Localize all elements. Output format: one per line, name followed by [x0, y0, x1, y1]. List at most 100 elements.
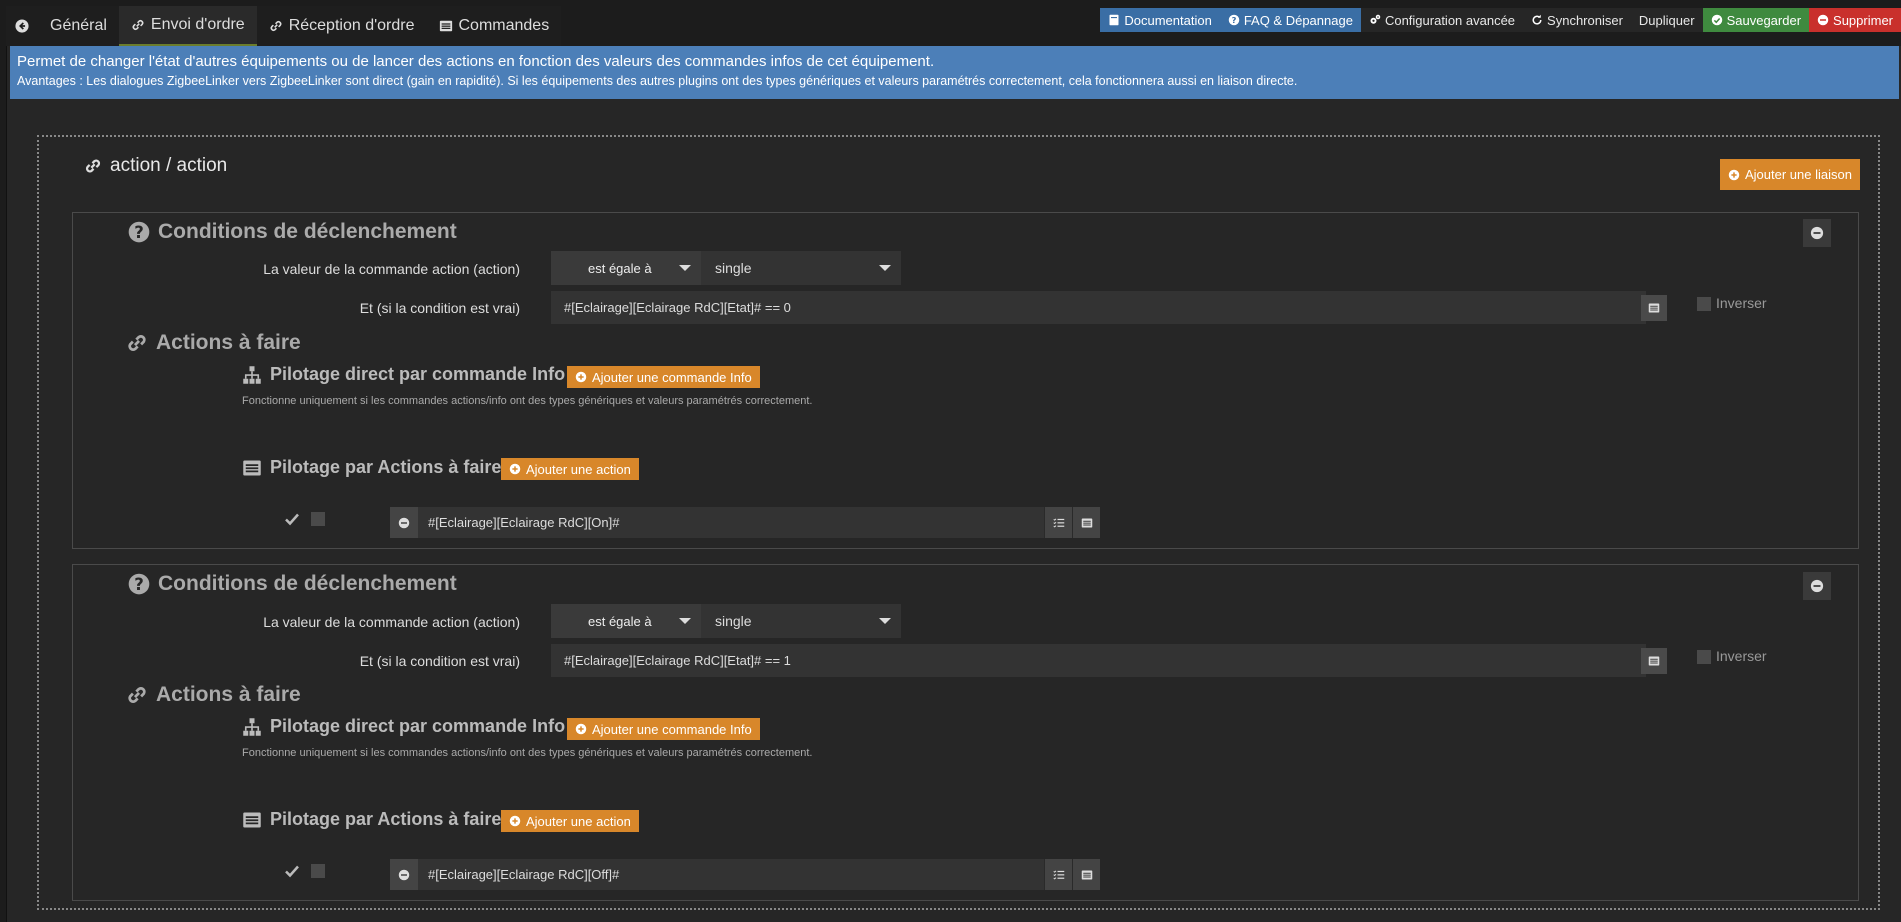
- svg-text:?: ?: [134, 575, 144, 594]
- add-action-label-1: Ajouter une action: [526, 461, 631, 477]
- condition-input-1[interactable]: #[Eclairage][Eclairage RdC][Etat]# == 0: [551, 291, 1646, 324]
- inverse-checkbox-1[interactable]: [1697, 297, 1711, 311]
- list-alt-icon: [1081, 870, 1092, 879]
- value-select-2[interactable]: single: [701, 604, 901, 638]
- operator-value-1: est égale à: [588, 260, 652, 276]
- inverse-checkbox-2[interactable]: [1697, 650, 1711, 664]
- condition-value-2: #[Eclairage][Eclairage RdC][Etat]# == 1: [564, 653, 791, 668]
- question-circle-icon: ?: [1228, 14, 1240, 26]
- value-select-value-2: single: [715, 613, 752, 629]
- duplicate-button[interactable]: Dupliquer: [1630, 8, 1703, 32]
- tab-general[interactable]: Général: [38, 6, 119, 46]
- documentation-label: Documentation: [1124, 12, 1212, 28]
- remove-block-button-1[interactable]: [1803, 219, 1831, 247]
- add-info-label-1: Ajouter une commande Info: [592, 369, 752, 385]
- actions-heading-2: Actions à faire: [126, 683, 301, 707]
- add-link-button[interactable]: Ajouter une liaison: [1720, 159, 1860, 190]
- condition-value-1: #[Eclairage][Eclairage RdC][Etat]# == 0: [564, 300, 791, 315]
- condition-list-button-2[interactable]: [1641, 648, 1667, 674]
- value-select-value-1: single: [715, 260, 752, 276]
- sync-button[interactable]: Synchroniser: [1523, 8, 1631, 32]
- add-info-command-button-1[interactable]: Ajouter une commande Info: [567, 366, 760, 388]
- action-value-1[interactable]: #[Eclairage][Eclairage RdC][On]#: [418, 515, 1044, 530]
- sync-label: Synchroniser: [1547, 12, 1623, 28]
- back-button[interactable]: [6, 6, 38, 46]
- action-parallel-checkbox-2[interactable]: [311, 864, 325, 878]
- faq-label: FAQ & Dépannage: [1243, 12, 1353, 28]
- actions-heading-1: Actions à faire: [126, 331, 301, 355]
- tab-general-label: Général: [50, 17, 107, 34]
- conditions-heading-1: ? Conditions de déclenchement: [128, 220, 457, 244]
- action-options-button-1[interactable]: [1044, 507, 1072, 538]
- add-info-command-button-2[interactable]: Ajouter une commande Info: [567, 718, 760, 740]
- list-alt-icon: [243, 460, 261, 475]
- chevron-down-icon: [679, 265, 691, 271]
- toolbar: Documentation ? FAQ & Dépannage Configur…: [1100, 8, 1901, 32]
- condition-list-button-1[interactable]: [1641, 295, 1667, 321]
- advanced-config-button[interactable]: Configuration avancée: [1360, 8, 1524, 32]
- minus-circle-icon: [1817, 14, 1829, 26]
- direct-heading-2: Pilotage direct par commande Info: [242, 716, 565, 737]
- plus-circle-icon: [509, 463, 521, 475]
- faq-button[interactable]: ? FAQ & Dépannage: [1219, 8, 1361, 32]
- add-action-button-2[interactable]: Ajouter une action: [501, 810, 639, 832]
- link-icon: [132, 20, 144, 30]
- tab-reception-ordre[interactable]: Réception d'ordre: [256, 6, 427, 46]
- tab-commandes-label: Commandes: [458, 17, 550, 34]
- action-value-2[interactable]: #[Eclairage][Eclairage RdC][Off]#: [418, 867, 1044, 882]
- tab-commandes[interactable]: Commandes: [426, 6, 562, 46]
- actions-sub-title-1: Pilotage par Actions à faire: [270, 457, 502, 477]
- list-alt-icon: [1081, 518, 1092, 527]
- value-label-2: La valeur de la commande action (action): [263, 614, 520, 630]
- remove-action-button-1[interactable]: [390, 507, 418, 538]
- advanced-config-label: Configuration avancée: [1384, 12, 1516, 28]
- tab-envoi-ordre[interactable]: Envoi d'ordre: [118, 6, 257, 46]
- check-icon: [285, 865, 299, 878]
- add-link-label: Ajouter une liaison: [1745, 167, 1852, 182]
- list-icon: [439, 20, 452, 32]
- value-select-1[interactable]: single: [701, 251, 901, 285]
- direct-title-2: Pilotage direct par commande Info: [270, 716, 566, 736]
- sitemap-icon: [243, 717, 261, 736]
- and-label-2: Et (si la condition est vrai): [359, 653, 520, 669]
- link-icon: [128, 687, 146, 703]
- remove-action-button-2[interactable]: [390, 859, 418, 890]
- sitemap-icon: [243, 365, 261, 384]
- actions-sub-heading-1: Pilotage par Actions à faire: [242, 457, 501, 478]
- action-list-button-2[interactable]: [1072, 859, 1100, 890]
- action-options-button-2[interactable]: [1044, 859, 1072, 890]
- add-action-button-1[interactable]: Ajouter une action: [501, 458, 639, 480]
- actions-sub-title-2: Pilotage par Actions à faire: [270, 809, 502, 829]
- tab-bar: Général Envoi d'ordre Réception d'ordre …: [6, 6, 562, 46]
- add-info-label-2: Ajouter une commande Info: [592, 721, 752, 737]
- action-parallel-checkbox-1[interactable]: [311, 512, 325, 526]
- action-enabled-checkbox-2[interactable]: [284, 863, 300, 879]
- documentation-button[interactable]: Documentation: [1100, 8, 1220, 32]
- conditions-title-2: Conditions de déclenchement: [158, 572, 457, 595]
- tasks-icon: [1052, 518, 1064, 528]
- list-alt-icon: [1648, 303, 1660, 313]
- refresh-icon: [1532, 14, 1542, 25]
- list-alt-icon: [243, 812, 261, 827]
- delete-button[interactable]: Supprimer: [1809, 8, 1901, 32]
- operator-value-2: est égale à: [588, 613, 652, 629]
- condition-input-2[interactable]: #[Eclairage][Eclairage RdC][Etat]# == 1: [551, 644, 1646, 677]
- list-alt-icon: [1648, 656, 1660, 666]
- action-list-button-1[interactable]: [1072, 507, 1100, 538]
- save-button[interactable]: Sauvegarder: [1702, 8, 1810, 32]
- action-enabled-checkbox-1[interactable]: [284, 511, 300, 527]
- remove-block-button-2[interactable]: [1803, 572, 1831, 600]
- banner-line-1: Permet de changer l'état d'autres équipe…: [17, 53, 935, 70]
- inverse-label-2: Inverser: [1716, 648, 1767, 664]
- direct-note-2: Fonctionne uniquement si les commandes a…: [242, 747, 813, 759]
- tab-envoi-label: Envoi d'ordre: [150, 16, 245, 33]
- operator-select-2[interactable]: est égale à: [551, 604, 701, 638]
- conditions-heading-2: ? Conditions de déclenchement: [128, 572, 457, 596]
- value-label-1: La valeur de la commande action (action): [263, 261, 520, 277]
- operator-select-1[interactable]: est égale à: [551, 251, 701, 285]
- chevron-down-icon: [879, 265, 891, 271]
- minus-circle-icon: [1810, 579, 1824, 593]
- action-row-1: #[Eclairage][Eclairage RdC][On]#: [390, 507, 1100, 538]
- and-label-1: Et (si la condition est vrai): [359, 300, 520, 316]
- plus-circle-icon: [575, 723, 587, 735]
